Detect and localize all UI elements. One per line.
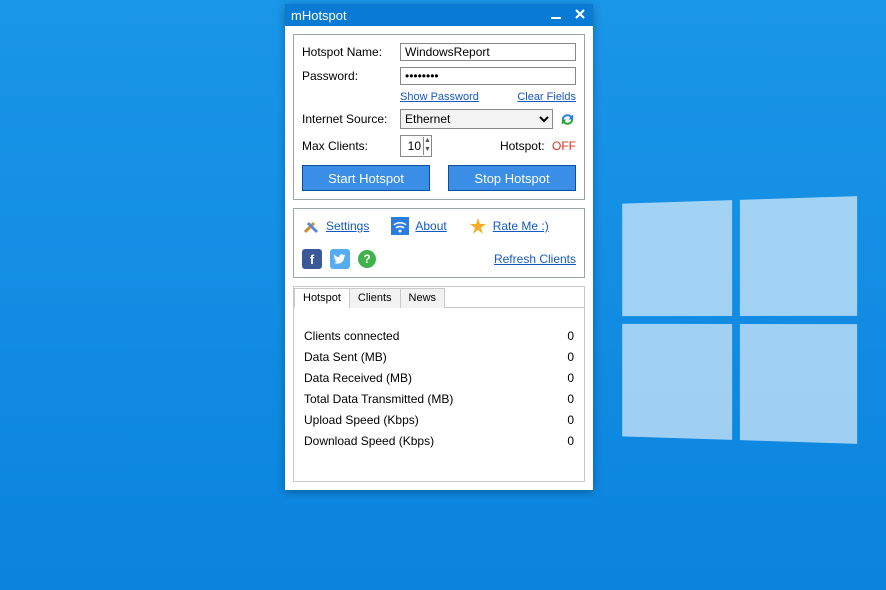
twitter-icon[interactable] xyxy=(330,249,350,269)
max-clients-input[interactable] xyxy=(401,139,423,153)
stat-label: Download Speed (Kbps) xyxy=(304,434,434,448)
stat-label: Total Data Transmitted (MB) xyxy=(304,392,453,406)
window-title: mHotspot xyxy=(291,8,347,23)
hotspot-status-value: OFF xyxy=(552,139,576,153)
stat-row: Download Speed (Kbps) 0 xyxy=(304,434,574,448)
max-clients-label: Max Clients: xyxy=(302,139,394,153)
stat-label: Upload Speed (Kbps) xyxy=(304,413,419,427)
facebook-icon[interactable]: f xyxy=(302,249,322,269)
about-link[interactable]: About xyxy=(415,219,446,233)
refresh-clients-link[interactable]: Refresh Clients xyxy=(494,252,576,266)
config-panel: Hotspot Name: Password: Show Password Cl… xyxy=(293,34,585,200)
star-icon xyxy=(469,217,487,235)
stat-label: Clients connected xyxy=(304,329,399,343)
tab-body: Clients connected 0 Data Sent (MB) 0 Dat… xyxy=(294,308,584,481)
stat-row: Data Sent (MB) 0 xyxy=(304,350,574,364)
stop-hotspot-button[interactable]: Stop Hotspot xyxy=(448,165,576,191)
stat-value: 0 xyxy=(567,329,574,343)
stat-row: Upload Speed (Kbps) 0 xyxy=(304,413,574,427)
stat-value: 0 xyxy=(567,371,574,385)
refresh-sources-icon[interactable] xyxy=(559,111,576,128)
password-label: Password: xyxy=(302,69,394,83)
stat-label: Data Received (MB) xyxy=(304,371,412,385)
stat-value: 0 xyxy=(567,413,574,427)
help-icon[interactable]: ? xyxy=(358,250,376,268)
hotspot-name-label: Hotspot Name: xyxy=(302,45,394,59)
internet-source-select[interactable]: Ethernet xyxy=(400,109,553,129)
stat-row: Data Received (MB) 0 xyxy=(304,371,574,385)
tab-hotspot[interactable]: Hotspot xyxy=(294,288,350,308)
password-input[interactable] xyxy=(400,67,576,85)
settings-icon xyxy=(302,217,320,235)
show-password-link[interactable]: Show Password xyxy=(400,91,479,103)
app-window: mHotspot Hotspot Name: Password: Show Pa… xyxy=(285,4,593,490)
links-panel: Settings About Rate Me :) f ? Re xyxy=(293,208,585,278)
close-icon[interactable] xyxy=(573,7,587,24)
tab-news[interactable]: News xyxy=(400,288,446,308)
start-hotspot-button[interactable]: Start Hotspot xyxy=(302,165,430,191)
max-clients-stepper[interactable]: ▲▼ xyxy=(400,135,432,157)
rate-link[interactable]: Rate Me :) xyxy=(493,219,549,233)
wifi-icon xyxy=(391,217,409,235)
windows-logo xyxy=(622,196,857,444)
stat-label: Data Sent (MB) xyxy=(304,350,387,364)
clear-fields-link[interactable]: Clear Fields xyxy=(517,91,576,103)
stepper-up-icon[interactable]: ▲ xyxy=(424,137,431,146)
stat-value: 0 xyxy=(567,350,574,364)
stat-row: Clients connected 0 xyxy=(304,329,574,343)
minimize-icon[interactable] xyxy=(549,7,563,24)
internet-source-label: Internet Source: xyxy=(302,112,394,126)
hotspot-status-label: Hotspot: xyxy=(500,139,545,153)
stat-row: Total Data Transmitted (MB) 0 xyxy=(304,392,574,406)
hotspot-name-input[interactable] xyxy=(400,43,576,61)
stat-value: 0 xyxy=(567,434,574,448)
tab-header: Hotspot Clients News xyxy=(294,287,584,308)
title-bar[interactable]: mHotspot xyxy=(285,4,593,26)
settings-link[interactable]: Settings xyxy=(326,219,369,233)
tab-clients[interactable]: Clients xyxy=(349,288,401,308)
stepper-down-icon[interactable]: ▼ xyxy=(424,146,431,155)
stat-value: 0 xyxy=(567,392,574,406)
tabs-panel: Hotspot Clients News Clients connected 0… xyxy=(293,286,585,482)
